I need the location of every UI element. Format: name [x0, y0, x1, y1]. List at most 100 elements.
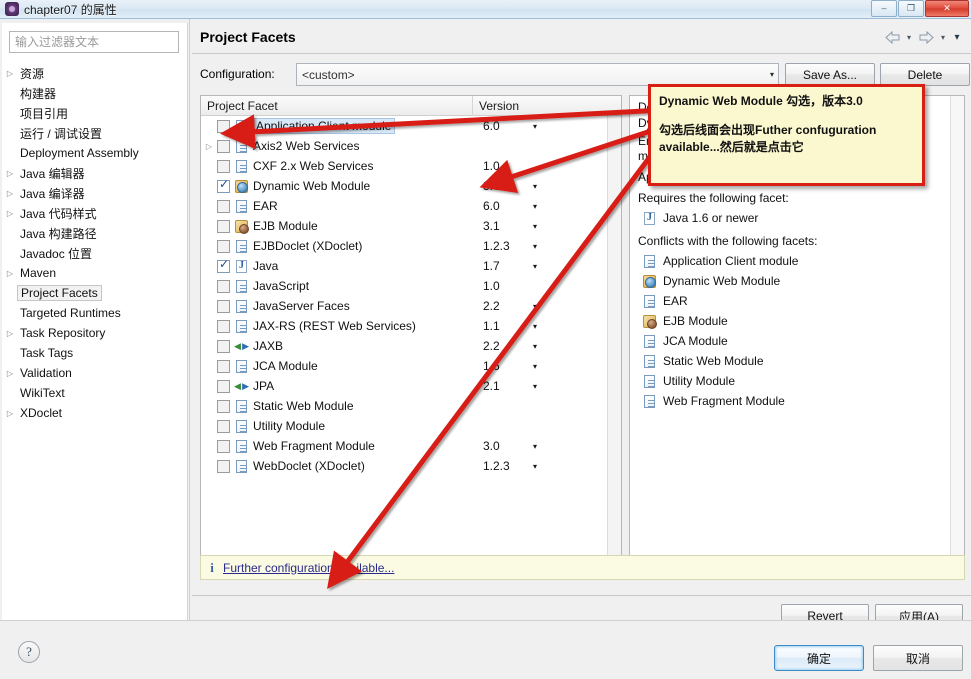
table-row[interactable]: JCA Module 1.6 ▾ — [201, 356, 621, 376]
facet-checkbox[interactable] — [217, 299, 230, 313]
table-row[interactable]: Web Fragment Module 3.0 ▾ — [201, 436, 621, 456]
chevron-right-icon[interactable]: ▷ — [2, 409, 18, 418]
facet-version: 2.2 — [483, 339, 500, 353]
dialog-window: chapter07 的属性 – ❐ ✕ 输入过滤器文本 ▷ 资源 构建器 项目引用 运行… — [0, 0, 971, 679]
version-chevron-down-icon[interactable]: ▾ — [533, 462, 537, 471]
chevron-right-icon[interactable]: ▷ — [2, 369, 18, 378]
chevron-right-icon[interactable]: ▷ — [2, 329, 18, 338]
table-row[interactable]: CXF 2.x Web Services 1.0 — [201, 156, 621, 176]
forward-menu-chevron-down-icon[interactable]: ▾ — [937, 29, 949, 45]
table-row[interactable]: WebDoclet (XDoclet) 1.2.3 ▾ — [201, 456, 621, 476]
version-chevron-down-icon[interactable]: ▾ — [533, 182, 537, 191]
sidebar-item-7[interactable]: ▷ Java 代码样式 — [2, 203, 188, 223]
table-scrollbar[interactable] — [607, 116, 621, 560]
table-row[interactable]: EJB Module 3.1 ▾ — [201, 216, 621, 236]
sidebar-item-13[interactable]: ▷ Task Repository — [2, 323, 188, 343]
version-chevron-down-icon[interactable]: ▾ — [533, 302, 537, 311]
table-row[interactable]: EJBDoclet (XDoclet) 1.2.3 ▾ — [201, 236, 621, 256]
chevron-right-icon[interactable]: ▷ — [2, 209, 18, 218]
facet-checkbox[interactable] — [217, 219, 230, 233]
chevron-right-icon[interactable]: ▷ — [2, 189, 18, 198]
back-menu-chevron-down-icon[interactable]: ▾ — [903, 29, 915, 45]
facet-checkbox[interactable] — [217, 239, 230, 253]
sidebar-item-14[interactable]: Task Tags — [2, 343, 188, 363]
configuration-value: <custom> — [302, 67, 355, 82]
table-row[interactable]: JPA 2.1 ▾ — [201, 376, 621, 396]
table-row[interactable]: JAXB 2.2 ▾ — [201, 336, 621, 356]
sidebar-item-9[interactable]: Javadoc 位置 — [2, 243, 188, 263]
facet-checkbox[interactable] — [217, 359, 230, 373]
table-row[interactable]: EAR 6.0 ▾ — [201, 196, 621, 216]
column-header-version[interactable]: Version — [473, 96, 621, 115]
sidebar-item-4[interactable]: Deployment Assembly — [2, 143, 188, 163]
sidebar-item-1[interactable]: 构建器 — [2, 83, 188, 103]
chevron-right-icon[interactable]: ▷ — [201, 142, 217, 151]
version-chevron-down-icon[interactable]: ▾ — [533, 222, 537, 231]
facet-checkbox[interactable] — [217, 419, 230, 433]
details-scrollbar[interactable] — [950, 96, 964, 560]
version-chevron-down-icon[interactable]: ▾ — [533, 122, 537, 131]
back-arrow-icon[interactable] — [883, 29, 901, 45]
sidebar-item-0[interactable]: ▷ 资源 — [2, 63, 188, 83]
facet-checkbox[interactable] — [217, 339, 230, 353]
sidebar-item-10[interactable]: ▷ Maven — [2, 263, 188, 283]
forward-arrow-icon[interactable] — [917, 29, 935, 45]
facet-checkbox[interactable] — [217, 159, 230, 173]
facet-checkbox[interactable] — [217, 379, 230, 393]
sidebar-item-2[interactable]: 项目引用 — [2, 103, 188, 123]
version-chevron-down-icon[interactable]: ▾ — [533, 262, 537, 271]
sidebar-item-15[interactable]: ▷ Validation — [2, 363, 188, 383]
version-chevron-down-icon[interactable]: ▾ — [533, 322, 537, 331]
facet-checkbox[interactable] — [217, 119, 230, 133]
sidebar-item-label: Task Repository — [20, 326, 106, 340]
table-row[interactable]: JAX-RS (REST Web Services) 1.1 ▾ — [201, 316, 621, 336]
version-chevron-down-icon[interactable]: ▾ — [533, 362, 537, 371]
facet-checkbox[interactable] — [217, 319, 230, 333]
facet-checkbox[interactable] — [217, 258, 230, 273]
further-configuration-link[interactable]: Further configuration available... — [223, 561, 394, 575]
ok-button[interactable]: 确定 — [774, 645, 864, 671]
table-row[interactable]: Utility Module — [201, 416, 621, 436]
sidebar-item-12[interactable]: Targeted Runtimes — [2, 303, 188, 323]
facet-checkbox[interactable] — [217, 439, 230, 453]
sidebar-item-6[interactable]: ▷ Java 编译器 — [2, 183, 188, 203]
facet-checkbox[interactable] — [217, 399, 230, 413]
minimize-button[interactable]: – — [871, 0, 897, 17]
configuration-select[interactable]: <custom> ▾ — [296, 63, 779, 86]
table-row[interactable]: JavaScript 1.0 — [201, 276, 621, 296]
table-row[interactable]: Application Client module 6.0 ▾ — [201, 116, 621, 136]
table-row[interactable]: ▷ Axis2 Web Services — [201, 136, 621, 156]
sidebar-item-3[interactable]: 运行 / 调试设置 — [2, 123, 188, 143]
sidebar-item-17[interactable]: ▷ XDoclet — [2, 403, 188, 423]
version-chevron-down-icon[interactable]: ▾ — [533, 342, 537, 351]
sidebar-item-11[interactable]: Project Facets — [2, 283, 188, 303]
chevron-right-icon[interactable]: ▷ — [2, 69, 18, 78]
version-chevron-down-icon[interactable]: ▾ — [533, 382, 537, 391]
save-as-button[interactable]: Save As... — [785, 63, 875, 86]
maximize-button[interactable]: ❐ — [898, 0, 924, 17]
version-chevron-down-icon[interactable]: ▾ — [533, 442, 537, 451]
facet-checkbox[interactable] — [217, 178, 230, 193]
delete-button[interactable]: Delete — [880, 63, 970, 86]
sidebar-item-5[interactable]: ▷ Java 编辑器 — [2, 163, 188, 183]
view-menu-chevron-down-icon[interactable]: ▾ — [951, 29, 963, 45]
column-header-facet[interactable]: Project Facet — [201, 96, 473, 115]
chevron-right-icon[interactable]: ▷ — [2, 169, 18, 178]
table-row[interactable]: Java 1.7 ▾ — [201, 256, 621, 276]
cancel-button[interactable]: 取消 — [873, 645, 963, 671]
close-button[interactable]: ✕ — [925, 0, 969, 17]
version-chevron-down-icon[interactable]: ▾ — [533, 242, 537, 251]
table-row[interactable]: Dynamic Web Module 3.0 ▾ — [201, 176, 621, 196]
facet-checkbox[interactable] — [217, 199, 230, 213]
filter-input[interactable]: 输入过滤器文本 — [9, 31, 179, 53]
table-row[interactable]: JavaServer Faces 2.2 ▾ — [201, 296, 621, 316]
chevron-right-icon[interactable]: ▷ — [2, 269, 18, 278]
facet-checkbox[interactable] — [217, 139, 230, 153]
version-chevron-down-icon[interactable]: ▾ — [533, 202, 537, 211]
table-row[interactable]: Static Web Module — [201, 396, 621, 416]
facet-checkbox[interactable] — [217, 459, 230, 473]
help-button[interactable]: ? — [18, 641, 40, 663]
sidebar-item-16[interactable]: WikiText — [2, 383, 188, 403]
sidebar-item-8[interactable]: Java 构建路径 — [2, 223, 188, 243]
facet-checkbox[interactable] — [217, 279, 230, 293]
